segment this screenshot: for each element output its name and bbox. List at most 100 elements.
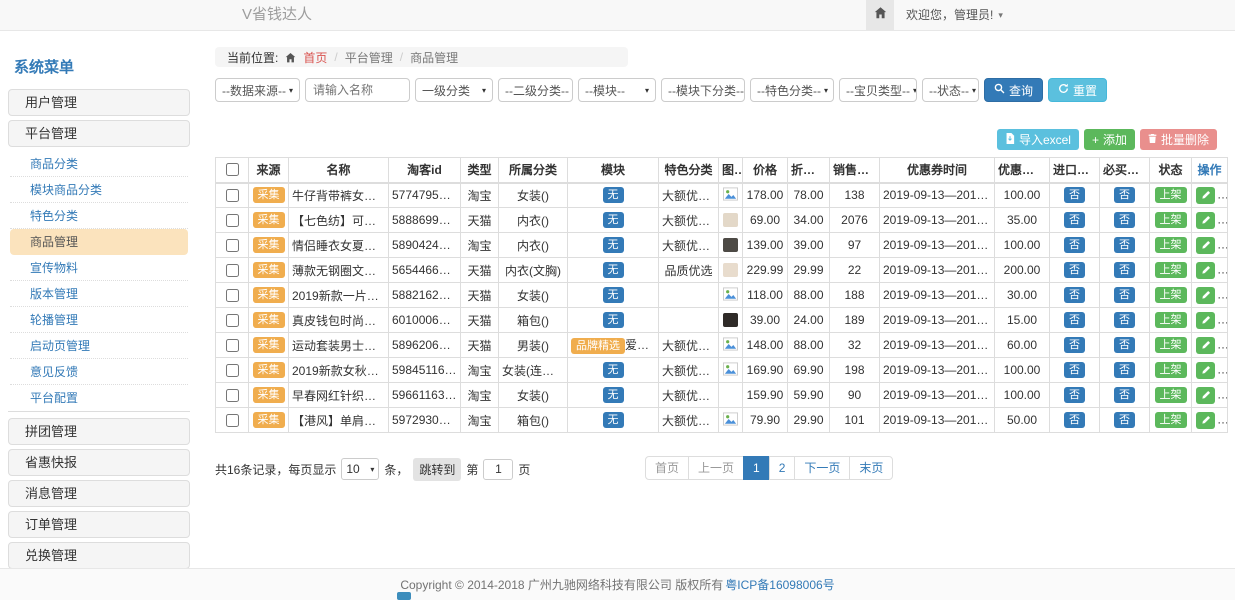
filter-select[interactable]: --特色分类--▾ [750,78,834,102]
import-select-badge[interactable]: 否 [1064,262,1085,278]
sidebar-item[interactable]: 平台管理 [8,120,190,147]
must-buy-badge[interactable]: 否 [1114,212,1135,228]
status-badge[interactable]: 上架 [1155,187,1187,203]
import-select-badge[interactable]: 否 [1064,237,1085,253]
icp-link[interactable]: 粤ICP备16098006号 [725,576,834,593]
filter-select[interactable]: --模块下分类--▾ [661,78,745,102]
status-badge[interactable]: 上架 [1155,312,1187,328]
sidebar-subitem[interactable]: 意见反馈 [10,359,188,385]
must-buy-badge[interactable]: 否 [1114,412,1135,428]
status-badge[interactable]: 上架 [1155,337,1187,353]
sidebar-item[interactable]: 订单管理 [8,511,190,538]
sidebar-item[interactable]: 拼团管理 [8,418,190,445]
sidebar-subitem[interactable]: 商品分类 [10,151,188,177]
batch-delete-button[interactable]: 批量删除 [1140,129,1217,150]
select-all-checkbox[interactable] [226,163,239,176]
filter-select[interactable]: 一级分类▾ [415,78,493,102]
status-badge[interactable]: 上架 [1155,387,1187,403]
edit-button[interactable] [1196,237,1215,254]
import-select-badge[interactable]: 否 [1064,312,1085,328]
page-button[interactable]: 下一页 [794,456,850,480]
reset-button[interactable]: 重置 [1048,78,1107,102]
import-excel-button[interactable]: 导入excel [997,129,1079,150]
sidebar-subitem[interactable]: 特色分类 [10,203,188,229]
discount-price-cell: 69.90 [788,358,830,383]
must-buy-badge[interactable]: 否 [1114,312,1135,328]
status-badge[interactable]: 上架 [1155,287,1187,303]
edit-button[interactable] [1196,387,1215,404]
edit-button[interactable] [1196,262,1215,279]
must-buy-badge[interactable]: 否 [1114,337,1135,353]
breadcrumb-home-link[interactable]: 首页 [303,49,327,66]
sidebar-subitem[interactable]: 宣传物料 [10,255,188,281]
sidebar-subitem[interactable]: 版本管理 [10,281,188,307]
filter-select[interactable]: --二级分类--▾ [498,78,573,102]
must-buy-badge[interactable]: 否 [1114,287,1135,303]
status-badge[interactable]: 上架 [1155,362,1187,378]
must-buy-badge[interactable]: 否 [1114,362,1135,378]
sidebar-item[interactable]: 消息管理 [8,480,190,507]
page-button[interactable]: 1 [743,456,770,480]
row-checkbox[interactable] [226,289,239,302]
sidebar-item[interactable]: 兑换管理 [8,542,190,568]
must-buy-badge[interactable]: 否 [1114,187,1135,203]
pagination-summary: 共16条记录，每页显示 10 ▾ 条， 跳转到 第 页 [215,456,530,482]
breadcrumb-item-goods[interactable]: 商品管理 [410,49,458,66]
status-badge[interactable]: 上架 [1155,262,1187,278]
per-page-select[interactable]: 10 ▾ [341,458,379,480]
jump-button[interactable]: 跳转到 [413,458,461,481]
row-checkbox[interactable] [226,264,239,277]
row-checkbox[interactable] [226,214,239,227]
edit-button[interactable] [1196,187,1215,204]
search-name-input[interactable] [305,78,410,102]
import-select-badge[interactable]: 否 [1064,212,1085,228]
edit-button[interactable] [1196,212,1215,229]
query-button[interactable]: 查询 [984,78,1043,102]
must-buy-badge[interactable]: 否 [1114,262,1135,278]
edit-button[interactable] [1196,362,1215,379]
sidebar-subitem[interactable]: 平台配置 [10,385,188,411]
status-badge[interactable]: 上架 [1155,212,1187,228]
sidebar-item[interactable]: 用户管理 [8,89,190,116]
filter-select[interactable]: --状态--▾ [922,78,979,102]
row-checkbox[interactable] [226,189,239,202]
column-header: 销售数量 [830,158,880,183]
import-select-badge[interactable]: 否 [1064,187,1085,203]
filter-select[interactable]: --数据来源--▾ [215,78,300,102]
import-select-badge[interactable]: 否 [1064,387,1085,403]
sidebar-subitem[interactable]: 启动页管理 [10,333,188,359]
status-badge[interactable]: 上架 [1155,412,1187,428]
row-checkbox[interactable] [226,339,239,352]
page-number-input[interactable] [483,459,513,480]
filter-select[interactable]: --宝贝类型--▾ [839,78,917,102]
add-button[interactable]: + 添加 [1084,129,1135,150]
breadcrumb-item-platform[interactable]: 平台管理 [345,49,393,66]
row-checkbox[interactable] [226,389,239,402]
page-button[interactable]: 首页 [645,456,689,480]
edit-button[interactable] [1196,312,1215,329]
must-buy-badge[interactable]: 否 [1114,387,1135,403]
page-button[interactable]: 上一页 [688,456,744,480]
row-checkbox[interactable] [226,414,239,427]
sidebar-subitem[interactable]: 模块商品分类 [10,177,188,203]
filter-select[interactable]: --模块--▾ [578,78,656,102]
edit-button[interactable] [1196,337,1215,354]
sidebar-item[interactable]: 省惠快报 [8,449,190,476]
import-select-badge[interactable]: 否 [1064,412,1085,428]
must-buy-badge[interactable]: 否 [1114,237,1135,253]
row-checkbox[interactable] [226,314,239,327]
sidebar-subitem[interactable]: 轮播管理 [10,307,188,333]
page-button[interactable]: 末页 [849,456,893,480]
user-menu[interactable]: 欢迎您，管理员! ▾ [906,0,1003,30]
row-checkbox[interactable] [226,364,239,377]
import-select-badge[interactable]: 否 [1064,362,1085,378]
sidebar-subitem[interactable]: 商品管理 [10,229,188,255]
edit-button[interactable] [1196,412,1215,429]
import-select-badge[interactable]: 否 [1064,337,1085,353]
row-checkbox[interactable] [226,239,239,252]
status-badge[interactable]: 上架 [1155,237,1187,253]
edit-button[interactable] [1196,287,1215,304]
navbar-home-button[interactable] [866,0,894,30]
page-button[interactable]: 2 [769,456,796,480]
import-select-badge[interactable]: 否 [1064,287,1085,303]
